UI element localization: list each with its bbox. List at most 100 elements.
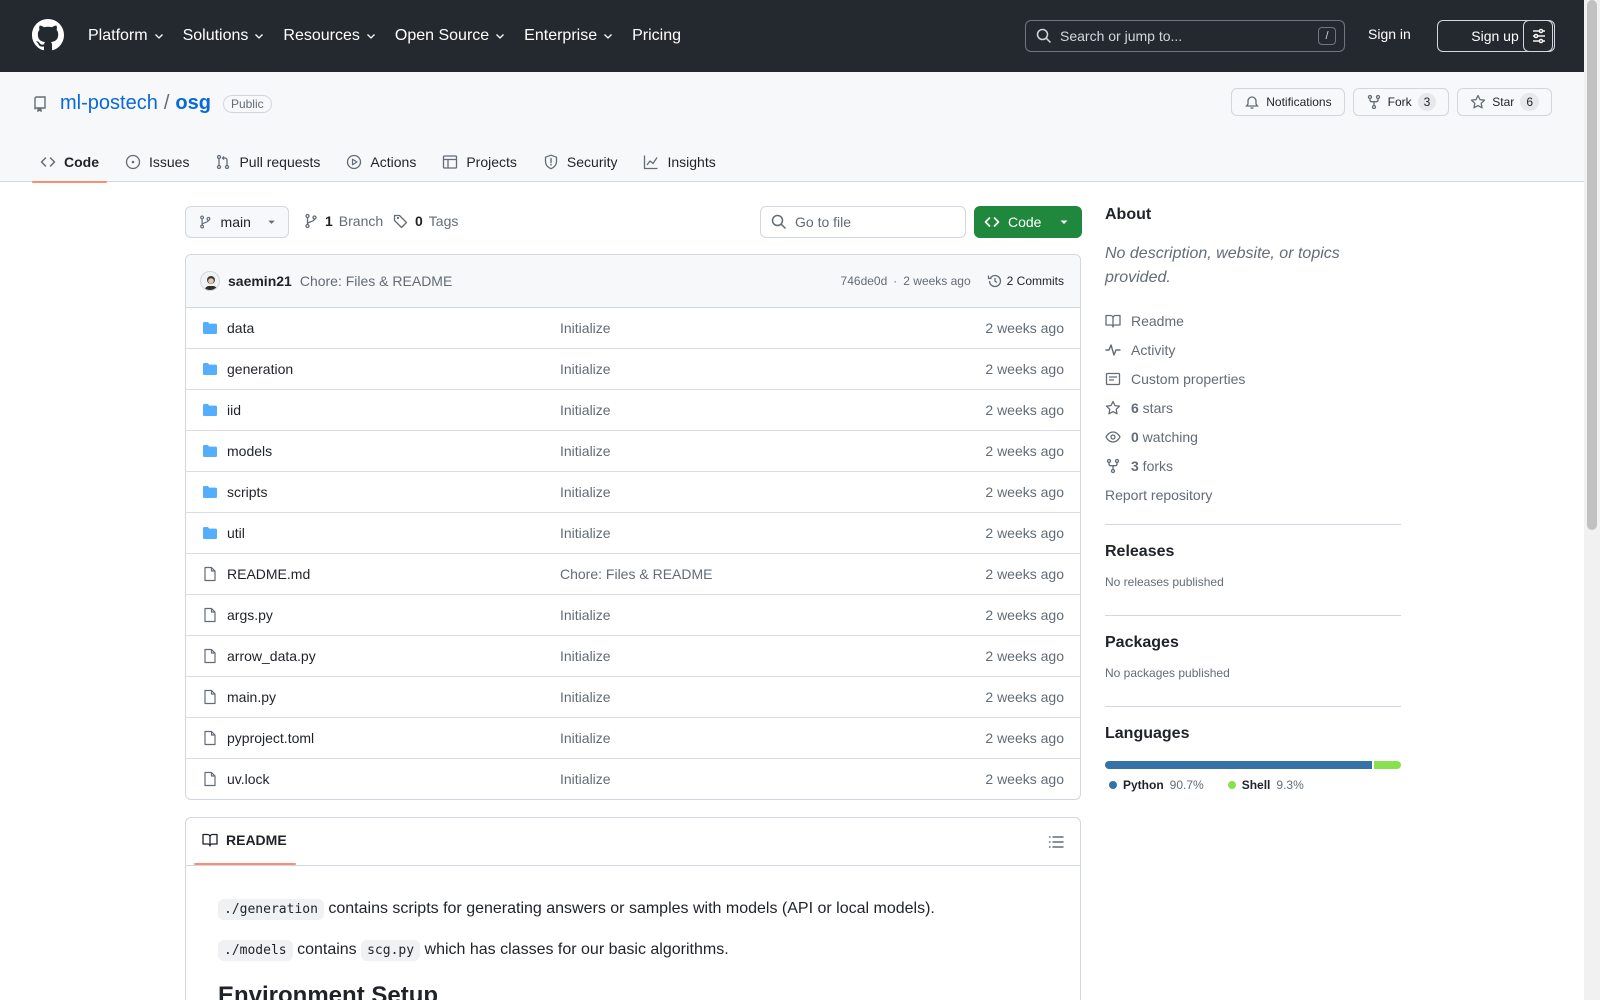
file-commit-message-link[interactable]: Initialize [560,361,611,377]
issue-icon [125,154,141,170]
star-icon [1471,94,1486,109]
table-row[interactable]: arrow_data.py Initialize 2 weeks ago [186,636,1080,677]
file-commit-message-link[interactable]: Initialize [560,771,611,787]
file-name-link[interactable]: README.md [227,566,310,582]
file-name-link[interactable]: arrow_data.py [227,648,316,664]
table-row[interactable]: util Initialize 2 weeks ago [186,513,1080,554]
sidebar-link-activity[interactable]: Activity [1105,335,1401,364]
file-commit-message-link[interactable]: Initialize [560,320,611,336]
sidebar-link-forks[interactable]: 3 forks [1105,451,1401,480]
tab-issues[interactable]: Issues [117,142,197,182]
branches-link[interactable]: 1 Branch [303,213,383,229]
file-commit-message-link[interactable]: Initialize [560,607,611,623]
table-row[interactable]: args.py Initialize 2 weeks ago [186,595,1080,636]
nav-label: Pricing [632,27,681,44]
readme-text: which has classes for our basic algorith… [420,941,729,958]
tab-security[interactable]: Security [535,142,626,182]
commits-history-link[interactable]: 2 Commits [987,273,1064,289]
table-row[interactable]: data Initialize 2 weeks ago [186,308,1080,349]
file-name-link[interactable]: iid [227,402,241,418]
readme-tab-label: README [226,832,287,848]
search-shortcut-key: / [1318,27,1336,45]
global-nav: Platform Solutions Resources Open Source Ent… [88,22,699,50]
sidebar-link-readme[interactable]: Readme [1105,306,1401,335]
file-commit-message-link[interactable]: Initialize [560,648,611,664]
github-logo-icon[interactable] [32,19,64,51]
repo-owner-link[interactable]: ml-postech [60,92,158,115]
avatar[interactable] [200,271,220,291]
nav-pricing[interactable]: Pricing [632,22,681,50]
nav-enterprise[interactable]: Enterprise [524,22,614,50]
nav-platform[interactable]: Platform [88,22,165,50]
chevron-down-icon [255,34,264,39]
tab-insights[interactable]: Insights [635,142,723,182]
tab-pull-requests[interactable]: Pull requests [207,142,328,182]
language-legend-item[interactable]: Python 90.7% [1109,778,1204,792]
table-row[interactable]: pyproject.toml Initialize 2 weeks ago [186,718,1080,759]
nav-label: Platform [88,27,148,44]
file-name-link[interactable]: uv.lock [227,771,270,787]
tab-code[interactable]: Code [32,142,107,183]
tags-link[interactable]: 0 Tags [393,213,458,229]
report-repository-link[interactable]: Report repository [1105,480,1401,509]
packages-title[interactable]: Packages [1105,634,1401,652]
git-branch-icon [305,213,317,229]
star-button[interactable]: Star 6 [1457,88,1552,116]
file-name-link[interactable]: main.py [227,689,276,705]
branch-select-button[interactable]: main [185,206,289,238]
sidebar-link-stars[interactable]: 6 stars [1105,393,1401,422]
nav-resources[interactable]: Resources [283,22,376,50]
table-row[interactable]: main.py Initialize 2 weeks ago [186,677,1080,718]
notifications-button[interactable]: Notifications [1231,88,1345,116]
code-dropdown-button[interactable]: Code [974,206,1082,238]
page-scrollbar[interactable] [1584,0,1600,1000]
commit-hash-link[interactable]: 746de0d [841,274,888,288]
readme-tab[interactable]: README [202,832,287,848]
file-name-link[interactable]: generation [227,361,293,377]
table-row[interactable]: iid Initialize 2 weeks ago [186,390,1080,431]
sidebar-link-watching[interactable]: 0 watching [1105,422,1401,451]
commit-message-link[interactable]: Chore: Files & README [300,273,452,289]
scrollbar-thumb[interactable] [1587,0,1597,530]
repo-tabs: Code Issues Pull requests Actions Projects Se… [32,142,734,183]
file-commit-message-link[interactable]: Initialize [560,443,611,459]
file-commit-date: 2 weeks ago [985,320,1064,336]
commit-author-link[interactable]: saemin21 [228,273,292,289]
file-commit-message-link[interactable]: Initialize [560,484,611,500]
table-row[interactable]: scripts Initialize 2 weeks ago [186,472,1080,513]
global-search-input[interactable]: Search or jump to... / [1025,20,1345,52]
table-row[interactable]: generation Initialize 2 weeks ago [186,349,1080,390]
fork-button[interactable]: Fork 3 [1352,88,1450,116]
file-commit-message-link[interactable]: Initialize [560,402,611,418]
list-icon[interactable] [1048,834,1064,850]
sidebar-link-custom-properties[interactable]: Custom properties [1105,364,1401,393]
repo-name-link[interactable]: osg [175,92,211,115]
table-row[interactable]: models Initialize 2 weeks ago [186,431,1080,472]
language-legend-item[interactable]: Shell 9.3% [1227,778,1304,792]
tab-actions[interactable]: Actions [338,142,424,182]
nav-label: Resources [283,27,360,44]
file-commit-message-link[interactable]: Initialize [560,689,611,705]
nav-solutions[interactable]: Solutions [183,22,266,50]
nav-open-source[interactable]: Open Source [395,22,506,50]
table-row[interactable]: README.md Chore: Files & README 2 weeks ag… [186,554,1080,595]
releases-title[interactable]: Releases [1105,543,1401,561]
table-row[interactable]: uv.lock Initialize 2 weeks ago [186,759,1080,799]
file-name-link[interactable]: util [227,525,245,541]
commits-count-label: 2 Commits [1006,274,1064,288]
file-commit-message-link[interactable]: Chore: Files & README [560,566,712,582]
file-commit-message-link[interactable]: Initialize [560,525,611,541]
tab-projects[interactable]: Projects [434,142,525,182]
file-name-link[interactable]: pyproject.toml [227,730,314,746]
file-name-link[interactable]: data [227,320,254,336]
file-name-link[interactable]: scripts [227,484,267,500]
appearance-settings-button[interactable] [1523,20,1555,52]
sign-in-link[interactable]: Sign in [1368,26,1411,42]
git-branch-icon [200,215,211,229]
go-to-file-placeholder: Go to file [795,214,852,230]
language-color-dot [1109,781,1117,789]
go-to-file-input[interactable]: Go to file [760,206,966,238]
file-commit-message-link[interactable]: Initialize [560,730,611,746]
file-name-link[interactable]: models [227,443,272,459]
file-name-link[interactable]: args.py [227,607,273,623]
